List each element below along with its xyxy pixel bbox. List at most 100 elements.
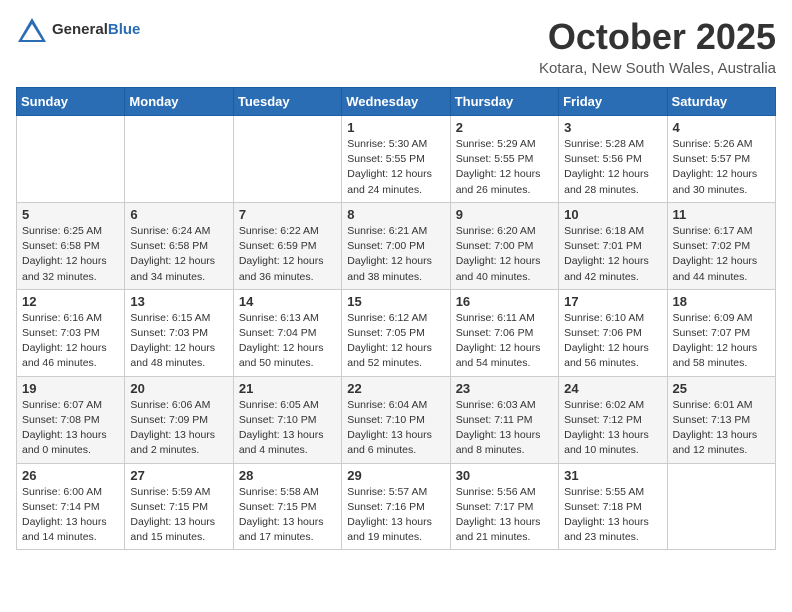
cell-line: Sunset: 7:04 PM bbox=[239, 326, 336, 341]
day-number: 10 bbox=[564, 207, 661, 222]
cell-line: Sunset: 5:55 PM bbox=[347, 152, 444, 167]
cell-line: and 38 minutes. bbox=[347, 270, 444, 285]
title-block: October 2025 Kotara, New South Wales, Au… bbox=[539, 16, 776, 77]
calendar-cell: 18Sunrise: 6:09 AMSunset: 7:07 PMDayligh… bbox=[667, 289, 775, 376]
calendar-cell: 20Sunrise: 6:06 AMSunset: 7:09 PMDayligh… bbox=[125, 376, 233, 463]
cell-line: and 50 minutes. bbox=[239, 356, 336, 371]
calendar-cell: 29Sunrise: 5:57 AMSunset: 7:16 PMDayligh… bbox=[342, 463, 450, 550]
cell-content: Sunrise: 6:16 AMSunset: 7:03 PMDaylight:… bbox=[22, 311, 119, 372]
cell-line: Daylight: 13 hours bbox=[239, 515, 336, 530]
cell-line: Daylight: 12 hours bbox=[22, 341, 119, 356]
calendar-cell: 12Sunrise: 6:16 AMSunset: 7:03 PMDayligh… bbox=[17, 289, 125, 376]
cell-line: and 17 minutes. bbox=[239, 530, 336, 545]
cell-line: Sunrise: 6:03 AM bbox=[456, 398, 553, 413]
weekday-tuesday: Tuesday bbox=[233, 88, 341, 116]
cell-line: and 46 minutes. bbox=[22, 356, 119, 371]
cell-line: Sunset: 7:17 PM bbox=[456, 500, 553, 515]
cell-line: Daylight: 12 hours bbox=[22, 254, 119, 269]
cell-content: Sunrise: 6:01 AMSunset: 7:13 PMDaylight:… bbox=[673, 398, 770, 459]
cell-line: Sunset: 7:11 PM bbox=[456, 413, 553, 428]
cell-content: Sunrise: 6:09 AMSunset: 7:07 PMDaylight:… bbox=[673, 311, 770, 372]
calendar-cell: 16 Sunrise: 6:11 AMSunset: 7:06 PMDayligh… bbox=[450, 289, 558, 376]
calendar-cell: 9Sunrise: 6:20 AMSunset: 7:00 PMDaylight… bbox=[450, 202, 558, 289]
cell-line: Sunrise: 6:10 AM bbox=[564, 311, 661, 326]
cell-content: Sunrise: 5:56 AMSunset: 7:17 PMDaylight:… bbox=[456, 485, 553, 546]
cell-line: Sunrise: 6:20 AM bbox=[456, 224, 553, 239]
cell-content: Sunrise: 6:22 AMSunset: 6:59 PMDaylight:… bbox=[239, 224, 336, 285]
cell-line: Sunrise: 6:06 AM bbox=[130, 398, 227, 413]
cell-line: Daylight: 12 hours bbox=[130, 254, 227, 269]
cell-line: Sunrise: 5:58 AM bbox=[239, 485, 336, 500]
logo-general: General bbox=[52, 21, 108, 38]
calendar-cell: 1Sunrise: 5:30 AMSunset: 5:55 PMDaylight… bbox=[342, 116, 450, 203]
cell-line: Sunset: 7:06 PM bbox=[456, 326, 553, 341]
day-number: 29 bbox=[347, 468, 444, 483]
cell-line: Sunrise: 6:07 AM bbox=[22, 398, 119, 413]
cell-content: Sunrise: 5:29 AMSunset: 5:55 PMDaylight:… bbox=[456, 137, 553, 198]
cell-line: Daylight: 12 hours bbox=[347, 341, 444, 356]
location: Kotara, New South Wales, Australia bbox=[539, 60, 776, 77]
cell-content: Sunrise: 6:20 AMSunset: 7:00 PMDaylight:… bbox=[456, 224, 553, 285]
cell-line: Daylight: 12 hours bbox=[239, 254, 336, 269]
cell-line: Daylight: 12 hours bbox=[130, 341, 227, 356]
cell-line: Sunset: 7:08 PM bbox=[22, 413, 119, 428]
cell-line: Sunrise: 6:15 AM bbox=[130, 311, 227, 326]
cell-line: Sunset: 7:00 PM bbox=[456, 239, 553, 254]
calendar-cell bbox=[233, 116, 341, 203]
day-number: 31 bbox=[564, 468, 661, 483]
cell-line: and 26 minutes. bbox=[456, 183, 553, 198]
day-number: 13 bbox=[130, 294, 227, 309]
cell-line: and 52 minutes. bbox=[347, 356, 444, 371]
cell-line: and 14 minutes. bbox=[22, 530, 119, 545]
cell-line: and 6 minutes. bbox=[347, 443, 444, 458]
weekday-saturday: Saturday bbox=[667, 88, 775, 116]
cell-line: Sunset: 7:02 PM bbox=[673, 239, 770, 254]
calendar-cell: 5Sunrise: 6:25 AMSunset: 6:58 PMDaylight… bbox=[17, 202, 125, 289]
cell-line: Sunset: 7:01 PM bbox=[564, 239, 661, 254]
day-number: 2 bbox=[456, 120, 553, 135]
calendar-cell: 24Sunrise: 6:02 AMSunset: 7:12 PMDayligh… bbox=[559, 376, 667, 463]
cell-content: Sunrise: 6:11 AMSunset: 7:06 PMDaylight:… bbox=[456, 311, 553, 372]
cell-content: Sunrise: 6:03 AMSunset: 7:11 PMDaylight:… bbox=[456, 398, 553, 459]
cell-line: Daylight: 13 hours bbox=[456, 428, 553, 443]
logo-icon bbox=[16, 16, 48, 44]
day-number: 16 bbox=[456, 294, 553, 309]
cell-line: and 2 minutes. bbox=[130, 443, 227, 458]
cell-line: Sunrise: 5:30 AM bbox=[347, 137, 444, 152]
calendar-cell: 25Sunrise: 6:01 AMSunset: 7:13 PMDayligh… bbox=[667, 376, 775, 463]
calendar-cell: 30Sunrise: 5:56 AMSunset: 7:17 PMDayligh… bbox=[450, 463, 558, 550]
calendar-cell: 31Sunrise: 5:55 AMSunset: 7:18 PMDayligh… bbox=[559, 463, 667, 550]
cell-line: and 32 minutes. bbox=[22, 270, 119, 285]
weekday-wednesday: Wednesday bbox=[342, 88, 450, 116]
cell-line: Sunrise: 5:57 AM bbox=[347, 485, 444, 500]
cell-content: Sunrise: 6:02 AMSunset: 7:12 PMDaylight:… bbox=[564, 398, 661, 459]
calendar-cell: 17Sunrise: 6:10 AMSunset: 7:06 PMDayligh… bbox=[559, 289, 667, 376]
cell-content: Sunrise: 6:24 AMSunset: 6:58 PMDaylight:… bbox=[130, 224, 227, 285]
cell-line: Daylight: 13 hours bbox=[564, 428, 661, 443]
cell-line: Daylight: 13 hours bbox=[347, 428, 444, 443]
cell-content: Sunrise: 6:00 AMSunset: 7:14 PMDaylight:… bbox=[22, 485, 119, 546]
cell-content: Sunrise: 5:58 AMSunset: 7:15 PMDaylight:… bbox=[239, 485, 336, 546]
cell-line: Sunset: 5:55 PM bbox=[456, 152, 553, 167]
cell-line: and 21 minutes. bbox=[456, 530, 553, 545]
cell-line: Daylight: 13 hours bbox=[239, 428, 336, 443]
cell-line: and 24 minutes. bbox=[347, 183, 444, 198]
calendar-cell: 4Sunrise: 5:26 AMSunset: 5:57 PMDaylight… bbox=[667, 116, 775, 203]
cell-content: Sunrise: 6:18 AMSunset: 7:01 PMDaylight:… bbox=[564, 224, 661, 285]
week-row-2: 5Sunrise: 6:25 AMSunset: 6:58 PMDaylight… bbox=[17, 202, 776, 289]
calendar-cell: 28Sunrise: 5:58 AMSunset: 7:15 PMDayligh… bbox=[233, 463, 341, 550]
calendar-cell: 13Sunrise: 6:15 AMSunset: 7:03 PMDayligh… bbox=[125, 289, 233, 376]
cell-content: Sunrise: 6:25 AMSunset: 6:58 PMDaylight:… bbox=[22, 224, 119, 285]
cell-line: Sunset: 7:09 PM bbox=[130, 413, 227, 428]
cell-content: Sunrise: 5:30 AMSunset: 5:55 PMDaylight:… bbox=[347, 137, 444, 198]
cell-line: and 30 minutes. bbox=[673, 183, 770, 198]
cell-line: Sunset: 7:14 PM bbox=[22, 500, 119, 515]
cell-line: and 19 minutes. bbox=[347, 530, 444, 545]
logo: GeneralBlue bbox=[16, 16, 140, 44]
cell-line: Sunset: 7:10 PM bbox=[347, 413, 444, 428]
cell-line: Sunrise: 6:21 AM bbox=[347, 224, 444, 239]
week-row-4: 19Sunrise: 6:07 AMSunset: 7:08 PMDayligh… bbox=[17, 376, 776, 463]
cell-content: Sunrise: 6:13 AMSunset: 7:04 PMDaylight:… bbox=[239, 311, 336, 372]
calendar-cell: 6Sunrise: 6:24 AMSunset: 6:58 PMDaylight… bbox=[125, 202, 233, 289]
cell-line: Sunrise: 6:11 AM bbox=[456, 311, 553, 326]
